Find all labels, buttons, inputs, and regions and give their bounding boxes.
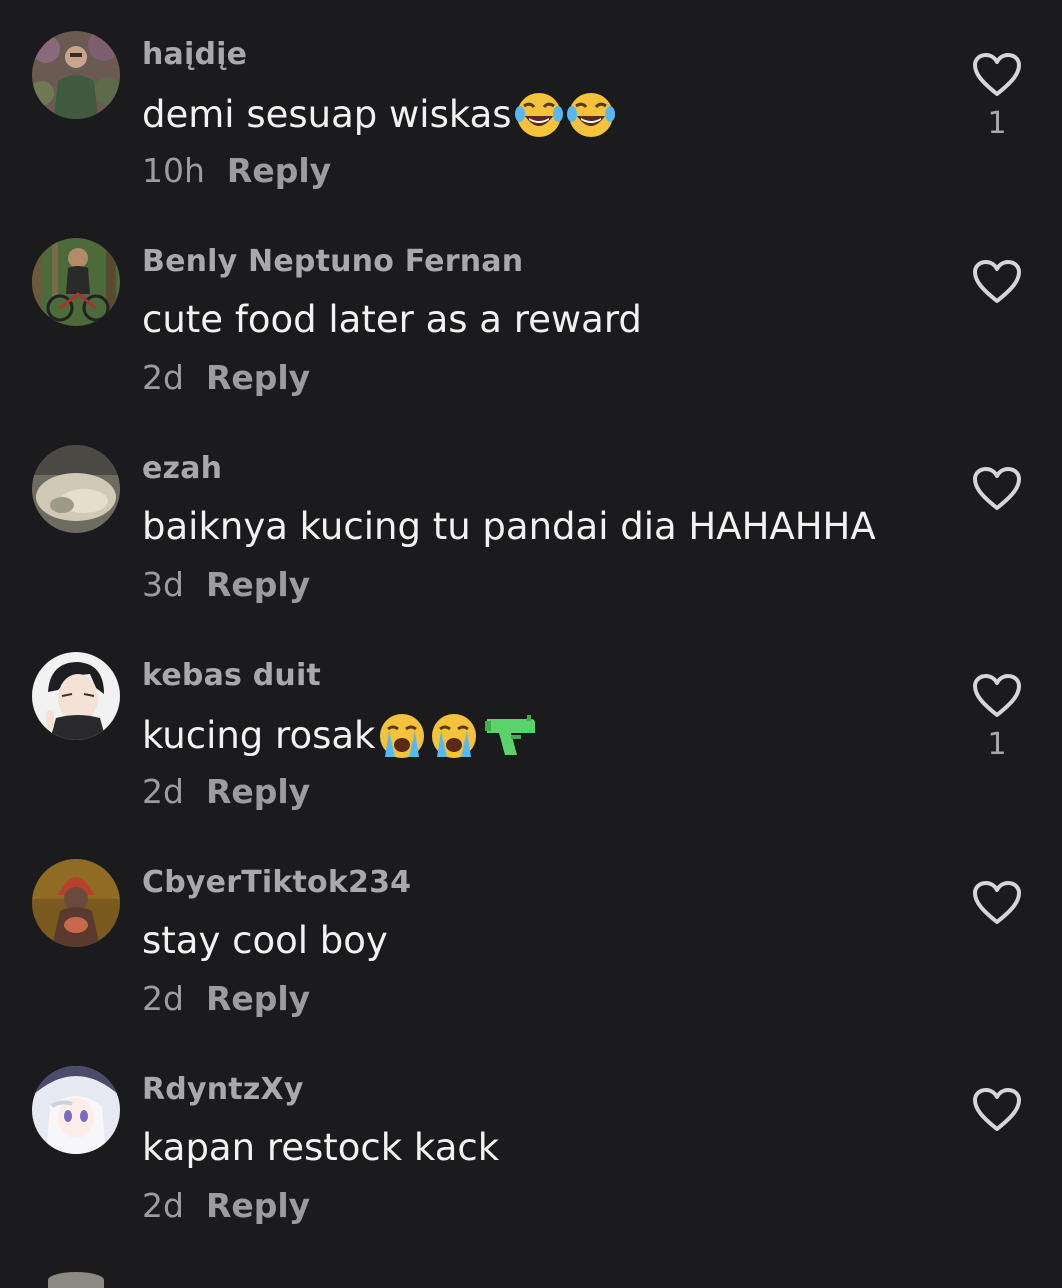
comment-username[interactable]: CbyerTiktok234 [142,864,411,902]
laughing-tears-emoji-icon [514,90,564,140]
comment-username[interactable]: Benly Neptuno Fernan [142,243,523,281]
comment-text-body: stay cool boy [142,919,388,962]
comment-meta: 10h Reply [142,150,331,192]
comment-text: cute food later as a reward [142,297,642,343]
loudly-crying-emoji-icon [377,711,427,761]
reply-button[interactable]: Reply [206,1186,310,1225]
comment-text-body: demi sesuap wiskas [142,93,512,136]
loudly-crying-emoji-icon [429,711,479,761]
comment-username[interactable]: ezah [142,450,222,488]
heart-outline-icon [973,1088,1021,1131]
comment-text-body: kucing rosak [142,714,376,757]
reply-button[interactable]: Reply [206,358,310,397]
like-button[interactable] [968,1087,1026,1187]
comment-text-body: kapan restock kack [142,1126,500,1169]
like-button[interactable]: 1 [968,673,1026,773]
comment-item: haįdįe demi sesuap wiskas 10h Reply 1 [0,0,1062,207]
comment-item: RdyntzXy kapan restock kack 2d Reply [0,1035,1062,1242]
water-pistol-emoji-icon [481,711,537,761]
comment-time: 3d [142,565,184,604]
comment-text-body: cute food later as a reward [142,298,642,341]
like-button[interactable] [968,466,1026,566]
comment-item: Benly Neptuno Fernan cute food later as … [0,207,1062,414]
comment-text: demi sesuap wiskas [142,90,616,140]
avatar[interactable] [32,238,120,326]
avatar[interactable] [32,652,120,740]
comment-item: kebas duit kucing rosak 2d Reply 1 [0,621,1062,828]
heart-outline-icon [973,881,1021,924]
heart-outline-icon [973,260,1021,303]
comment-meta: 2d Reply [142,771,310,813]
comment-username[interactable]: haįdįe [142,36,247,74]
comment-meta: 2d Reply [142,978,310,1020]
heart-outline-icon [973,467,1021,510]
reply-button[interactable]: Reply [206,772,310,811]
like-button[interactable]: 1 [968,52,1026,152]
like-button[interactable] [968,880,1026,980]
avatar[interactable] [32,31,120,119]
comment-meta: 2d Reply [142,357,310,399]
comment-item: ezah baiknya kucing tu pandai dia HAHAHH… [0,414,1062,621]
comment-item: CbyerTiktok234 stay cool boy 2d Reply [0,828,1062,1035]
reply-button[interactable]: Reply [227,151,331,190]
comment-time: 2d [142,979,184,1018]
avatar[interactable] [32,445,120,533]
reply-button[interactable]: Reply [206,979,310,1018]
laughing-tears-emoji-icon [566,90,616,140]
comment-username[interactable]: kebas duit [142,657,321,695]
comment-text: baiknya kucing tu pandai dia HAHAHHA [142,504,876,550]
avatar[interactable] [32,1066,120,1154]
comment-time: 2d [142,358,184,397]
next-comment-avatar [48,1272,104,1288]
comment-time: 2d [142,1186,184,1225]
like-button[interactable] [968,259,1026,359]
comment-time: 10h [142,151,205,190]
comment-meta: 2d Reply [142,1185,310,1227]
comment-meta: 3d Reply [142,564,310,606]
like-count: 1 [987,727,1007,762]
comment-text: stay cool boy [142,918,388,964]
avatar[interactable] [32,859,120,947]
comment-text-body: baiknya kucing tu pandai dia HAHAHHA [142,505,876,548]
comment-text: kucing rosak [142,711,537,761]
comment-time: 2d [142,772,184,811]
heart-outline-icon [973,674,1021,717]
reply-button[interactable]: Reply [206,565,310,604]
heart-outline-icon [973,53,1021,96]
comment-text: kapan restock kack [142,1125,499,1171]
like-count: 1 [987,106,1007,141]
comment-username[interactable]: RdyntzXy [142,1071,304,1109]
